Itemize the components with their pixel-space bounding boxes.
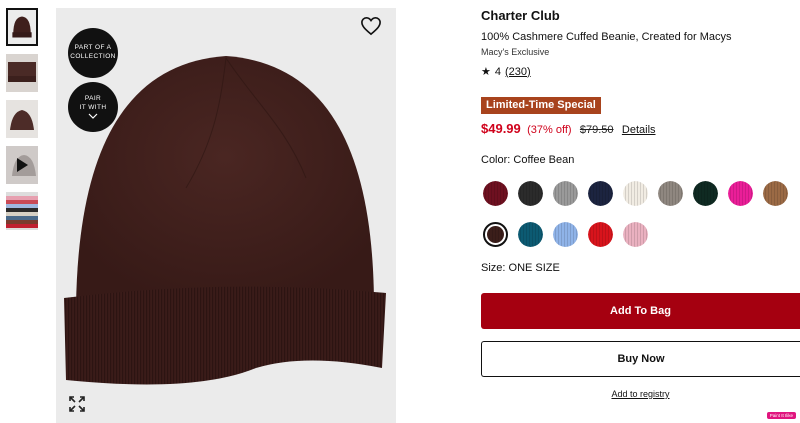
swatch-fill (728, 181, 753, 206)
rating: ★ 4 (230) (481, 65, 531, 79)
swatch-coffee-bean[interactable] (483, 222, 508, 247)
discount-percent: (37% off) (527, 124, 572, 136)
thumbnail-main-view[interactable] (6, 8, 38, 46)
product-title: 100% Cashmere Cuffed Beanie, Created for… (481, 31, 732, 43)
pair-badge-line1: PAIR (84, 95, 102, 103)
swatch-blush-pink[interactable] (623, 222, 648, 247)
heart-icon[interactable] (360, 16, 382, 36)
pair-it-with-badge[interactable]: PAIR IT WITH (68, 82, 118, 132)
swatch-fill (693, 181, 718, 206)
swatch-fill (588, 181, 613, 206)
thumbnail-folded-view[interactable] (6, 54, 38, 92)
swatch-fill (553, 181, 578, 206)
buy-now-button[interactable]: Buy Now (481, 341, 800, 377)
swatch-hot-pink[interactable] (728, 181, 753, 206)
swatch-oatmeal[interactable] (658, 181, 683, 206)
swatch-fill (658, 181, 683, 206)
swatch-fill (588, 222, 613, 247)
swatch-charcoal[interactable] (518, 181, 543, 206)
details-link[interactable]: Details (622, 124, 656, 136)
sale-price: $49.99 (481, 121, 521, 136)
chevron-down-icon (88, 113, 98, 119)
rating-value: 4 (494, 65, 501, 78)
swatch-ivory[interactable] (623, 181, 648, 206)
thumbnail-color-stack[interactable] (6, 192, 38, 230)
add-to-registry-link[interactable]: Add to registry (481, 389, 800, 399)
swatch-fill (518, 222, 543, 247)
swatch-burgundy[interactable] (483, 181, 508, 206)
swatch-fill (487, 226, 504, 243)
swatch-fill (763, 181, 788, 206)
swatch-fill (623, 181, 648, 206)
exclusive-label: Macy's Exclusive (481, 47, 550, 57)
expand-icon[interactable] (68, 395, 86, 413)
swatch-heather-grey[interactable] (553, 181, 578, 206)
swatch-fill (483, 181, 508, 206)
limited-time-badge: Limited-Time Special (481, 97, 601, 114)
size-label: Size: ONE SIZE (481, 262, 560, 274)
color-label: Color: Coffee Bean (481, 154, 575, 166)
thumbnail-video[interactable] (6, 146, 38, 184)
original-price: $79.50 (579, 124, 614, 136)
swatch-light-blue[interactable] (553, 222, 578, 247)
brand-name[interactable]: Charter Club (481, 8, 560, 23)
product-image[interactable]: PART OF A COLLECTION PAIR IT WITH (56, 8, 396, 423)
swatch-forest[interactable] (693, 181, 718, 206)
extension-badge[interactable]: Paint It Ilike (766, 412, 796, 419)
collection-badge-line2: COLLECTION (70, 53, 116, 60)
collection-badge[interactable]: PART OF A COLLECTION (68, 28, 118, 78)
star-icon: ★ (481, 66, 491, 78)
thumbnail-cuff-view[interactable] (6, 100, 38, 138)
review-count-link[interactable]: (230) (505, 66, 531, 78)
swatch-navy[interactable] (588, 181, 613, 206)
collection-badge-line1: PART OF A (74, 44, 112, 52)
swatch-red[interactable] (588, 222, 613, 247)
add-to-bag-button[interactable]: Add To Bag (481, 293, 800, 329)
price-row: $49.99 (37% off) $79.50 Details (481, 121, 656, 136)
swatch-teal[interactable] (518, 222, 543, 247)
swatch-camel[interactable] (763, 181, 788, 206)
pair-badge-line2: IT WITH (79, 104, 107, 111)
swatch-fill (623, 222, 648, 247)
swatch-fill (553, 222, 578, 247)
swatch-fill (518, 181, 543, 206)
